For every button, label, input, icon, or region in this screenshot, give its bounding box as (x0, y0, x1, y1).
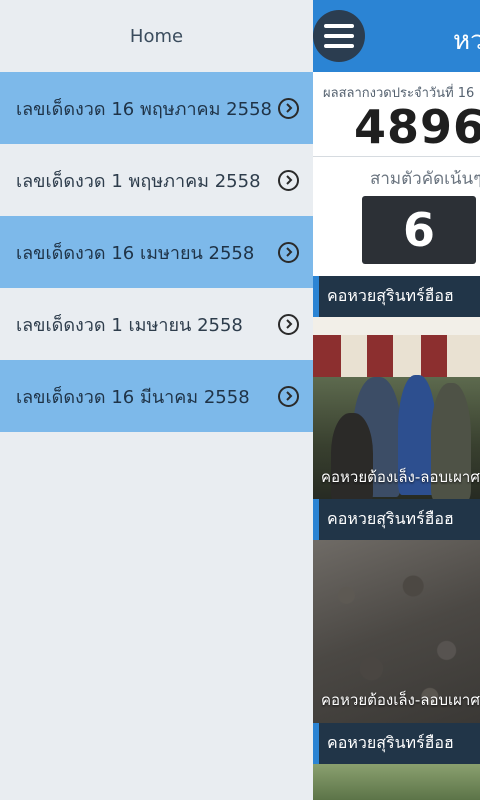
news-image (313, 764, 480, 800)
news-image: คอหวยต้องเล็ง-ลอบเผาศ (313, 317, 480, 501)
news-heading: คอหวยสุรินทร์ฮือฮ (313, 723, 480, 764)
news-card[interactable]: คอหวยสุรินทร์ฮือฮ (313, 723, 480, 800)
drawer-item-label: เลขเด็ดงวด 16 พฤษภาคม 2558 (16, 98, 272, 120)
chevron-right-circle-icon (278, 313, 299, 335)
lottery-result-number: 4896 (354, 100, 480, 154)
drawer-item-label: เลขเด็ดงวด 16 มีนาคม 2558 (16, 386, 250, 408)
drawer-item-1-april-2558[interactable]: เลขเด็ดงวด 1 เมษายน 2558 (0, 288, 313, 360)
highlight-digit: 6 (402, 203, 435, 257)
news-heading: คอหวยสุรินทร์ฮือฮ (313, 276, 480, 317)
drawer-item-16-may-2558[interactable]: เลขเด็ดงวด 16 พฤษภาคม 2558 (0, 72, 313, 144)
news-image: คอหวยต้องเล็ง-ลอบเผาศ (313, 540, 480, 724)
divider (313, 156, 480, 157)
news-heading-text: คอหวยสุรินทร์ฮือฮ (327, 286, 454, 305)
chevron-right-circle-icon (278, 97, 299, 119)
drawer-item-16-march-2558[interactable]: เลขเด็ดงวด 16 มีนาคม 2558 (0, 360, 313, 432)
highlight-digit-box: 6 (362, 196, 476, 264)
drawer-home-label: Home (129, 25, 184, 47)
chevron-right-circle-icon (278, 241, 299, 263)
chevron-right-circle-icon (278, 385, 299, 407)
hamburger-menu-icon[interactable] (313, 10, 365, 62)
news-heading-text: คอหวยสุรินทร์ฮือฮ (327, 509, 454, 528)
news-caption: คอหวยต้องเล็ง-ลอบเผาศ (321, 468, 480, 486)
drawer-item-label: เลขเด็ดงวด 16 เมษายน 2558 (16, 242, 255, 264)
news-card[interactable]: คอหวยสุรินทร์ฮือฮ คอหวยต้องเล็ง-ลอบเผาศ (313, 276, 480, 501)
news-heading: คอหวยสุรินทร์ฮือฮ (313, 499, 480, 540)
app-title: หว (453, 26, 480, 56)
news-heading-text: คอหวยสุรินทร์ฮือฮ (327, 733, 454, 752)
drawer-item-label: เลขเด็ดงวด 1 เมษายน 2558 (16, 314, 243, 336)
navigation-drawer: Home เลขเด็ดงวด 16 พฤษภาคม 2558 เลขเด็ดง… (0, 0, 313, 800)
chevron-right-circle-icon (278, 169, 299, 191)
drawer-item-1-may-2558[interactable]: เลขเด็ดงวด 1 พฤษภาคม 2558 (0, 144, 313, 216)
news-card[interactable]: คอหวยสุรินทร์ฮือฮ คอหวยต้องเล็ง-ลอบเผาศ (313, 499, 480, 724)
drawer-home-item[interactable]: Home (0, 0, 313, 72)
news-caption: คอหวยต้องเล็ง-ลอบเผาศ (321, 691, 480, 709)
three-digit-label: สามตัวคัดเน้นๆ (370, 169, 480, 189)
main-panel: หว ผลสลากงวดประจำวันที่ 16 4896 สามตัวคั… (313, 0, 480, 800)
drawer-item-16-april-2558[interactable]: เลขเด็ดงวด 16 เมษายน 2558 (0, 216, 313, 288)
drawer-item-label: เลขเด็ดงวด 1 พฤษภาคม 2558 (16, 170, 261, 192)
